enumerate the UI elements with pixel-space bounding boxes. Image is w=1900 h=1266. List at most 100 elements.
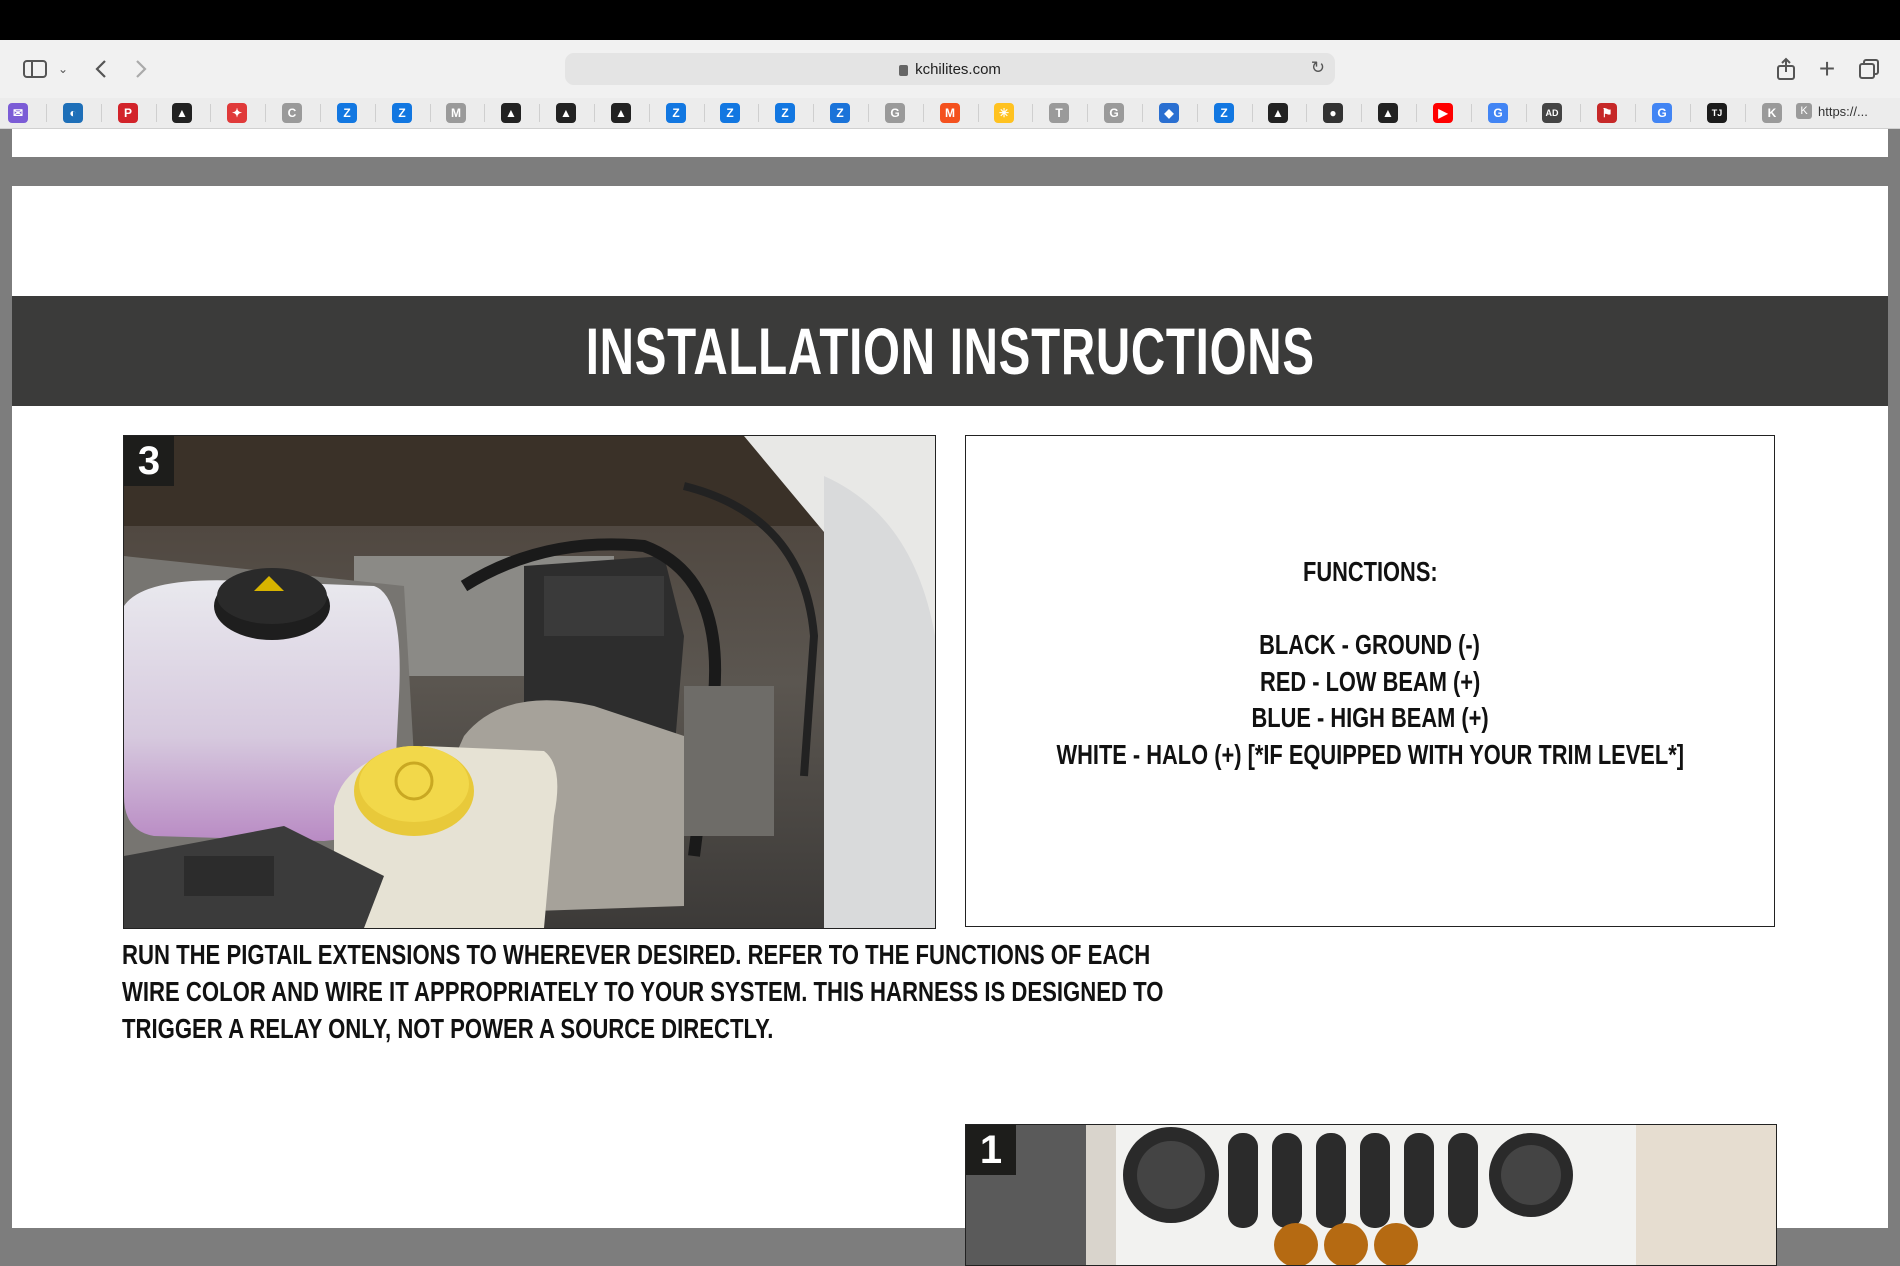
letter-m-icon[interactable]: M [446, 103, 466, 123]
kc-logo-icon[interactable]: ▲ [172, 103, 192, 123]
letter-t-icon[interactable]: T [1049, 103, 1069, 123]
letter-g-icon[interactable]: G [1104, 103, 1124, 123]
letter-k-icon: K [1796, 103, 1812, 119]
description-line: RUN THE PIGTAIL EXTENSIONS TO WHEREVER D… [122, 939, 1151, 970]
reload-icon[interactable]: ↻ [1311, 58, 1325, 78]
favorites-bar: K https://... ✉ ◐ P ▲ ✦ C Z Z M ▲ ▲ ▲ Z Z Z Z G M ✳ T G ◆ Z ▲ ● ▲… [0, 98, 1900, 129]
letter-k-icon[interactable]: K [1762, 103, 1782, 123]
kc-logo-icon[interactable]: ▲ [1378, 103, 1398, 123]
page-title: INSTALLATION INSTRUCTIONS [585, 314, 1315, 388]
chevron-down-icon[interactable]: ⌄ [55, 54, 71, 84]
function-line: BLUE - HIGH BEAM (+) [1251, 702, 1489, 733]
zillow-icon[interactable]: Z [720, 103, 740, 123]
kc-logo-icon[interactable]: ▲ [1268, 103, 1288, 123]
favorite-separator [1580, 104, 1581, 122]
favorite-separator [1416, 104, 1417, 122]
engine-bay-image [124, 436, 935, 928]
url-text: kchilites.com [915, 60, 1001, 78]
favorite-separator [1306, 104, 1307, 122]
step-3-photo: 3 [123, 435, 936, 929]
function-line: WHITE - HALO (+) [*IF EQUIPPED WITH YOUR… [1056, 739, 1684, 770]
favorite-separator [1635, 104, 1636, 122]
favorite-separator [1745, 104, 1746, 122]
m-red-icon[interactable]: M [940, 103, 960, 123]
favorite-separator [430, 104, 431, 122]
favorite-separator [265, 104, 266, 122]
favorite-separator [649, 104, 650, 122]
favorite-separator [1526, 104, 1527, 122]
letter-g-icon[interactable]: G [885, 103, 905, 123]
lock-icon [899, 64, 909, 76]
menu-bar [0, 0, 1900, 40]
description-line: WIRE COLOR AND WIRE IT APPROPRIATELY TO … [122, 976, 1164, 1007]
favorite-separator [320, 104, 321, 122]
zillow-blue-icon[interactable]: Z [830, 103, 850, 123]
favorite-separator [156, 104, 157, 122]
letter-c-icon[interactable]: C [282, 103, 302, 123]
function-line: RED - LOW BEAM (+) [1259, 666, 1481, 697]
functions-heading: FUNCTIONS: [1302, 556, 1438, 587]
favorite-separator [1032, 104, 1033, 122]
back-button[interactable] [88, 54, 114, 84]
favorite-separator [46, 104, 47, 122]
zillow-icon[interactable]: Z [392, 103, 412, 123]
favorite-separator [1197, 104, 1198, 122]
sidebar-toggle-icon[interactable] [20, 54, 50, 84]
address-bar[interactable]: kchilites.com ↻ [565, 53, 1335, 85]
browser-toolbar: ⌄ kchilites.com ↻ + [0, 40, 1900, 98]
mail-icon[interactable]: ✉ [8, 103, 28, 123]
colorful-logo-icon[interactable]: ◆ [1159, 103, 1179, 123]
favorite-separator [1471, 104, 1472, 122]
red-flag-icon[interactable]: ⚑ [1597, 103, 1617, 123]
google-icon[interactable]: G [1652, 103, 1672, 123]
favorite-separator [210, 104, 211, 122]
functions-box: FUNCTIONS: BLACK - GROUND (-) RED - LOW … [965, 435, 1775, 927]
walmart-icon[interactable]: ✳ [994, 103, 1014, 123]
step-1-photo: 1 [965, 1124, 1777, 1266]
favorite-separator [1252, 104, 1253, 122]
description-line: TRIGGER A RELAY ONLY, NOT POWER A SOURCE… [122, 1013, 774, 1044]
step-number: 3 [124, 436, 174, 486]
kc-logo-icon[interactable]: ▲ [501, 103, 521, 123]
favorite-separator [484, 104, 485, 122]
red-badge-icon[interactable]: ✦ [227, 103, 247, 123]
favorite-separator [539, 104, 540, 122]
favorite-separator [758, 104, 759, 122]
google-icon[interactable]: G [1488, 103, 1508, 123]
page-content: INSTALLATION INSTRUCTIONS 3 RUN THE PIGT… [12, 186, 1888, 1266]
favorite-separator [868, 104, 869, 122]
favorite-separator [101, 104, 102, 122]
page-top-strip [12, 129, 1888, 157]
favorite-separator [594, 104, 595, 122]
forward-button[interactable] [128, 54, 154, 84]
zillow-icon[interactable]: Z [666, 103, 686, 123]
zillow-icon[interactable]: Z [1214, 103, 1234, 123]
function-line: BLACK - GROUND (-) [1259, 629, 1481, 660]
kc-logo-icon[interactable]: ▲ [611, 103, 631, 123]
favorite-separator [813, 104, 814, 122]
step-3-description: RUN THE PIGTAIL EXTENSIONS TO WHEREVER D… [122, 936, 1164, 1047]
favorite-separator [375, 104, 376, 122]
jeep-front-image [966, 1125, 1776, 1265]
share-icon[interactable] [1772, 54, 1800, 84]
favorite-separator [1690, 104, 1691, 122]
favorite-separator [1087, 104, 1088, 122]
tj-icon[interactable]: TJ [1707, 103, 1727, 123]
edge-icon[interactable]: ◐ [63, 103, 83, 123]
dark-circle-icon[interactable]: ● [1323, 103, 1343, 123]
favorite-last-label: https://... [1818, 103, 1868, 119]
youtube-icon[interactable]: ▶ [1433, 103, 1453, 123]
favorite-separator [704, 104, 705, 122]
zillow-icon[interactable]: Z [337, 103, 357, 123]
tab-overview-icon[interactable] [1855, 54, 1883, 84]
favorite-separator [1142, 104, 1143, 122]
favorite-separator [923, 104, 924, 122]
new-tab-icon[interactable]: + [1813, 53, 1841, 84]
kc-logo-icon[interactable]: ▲ [556, 103, 576, 123]
step-number: 1 [966, 1125, 1016, 1175]
favorite-last[interactable]: K https://... [1796, 103, 1868, 119]
instructions-banner: INSTALLATION INSTRUCTIONS [12, 296, 1888, 406]
p-logo-icon[interactable]: P [118, 103, 138, 123]
ad-logo-icon[interactable]: AD [1542, 103, 1562, 123]
zillow-icon[interactable]: Z [775, 103, 795, 123]
